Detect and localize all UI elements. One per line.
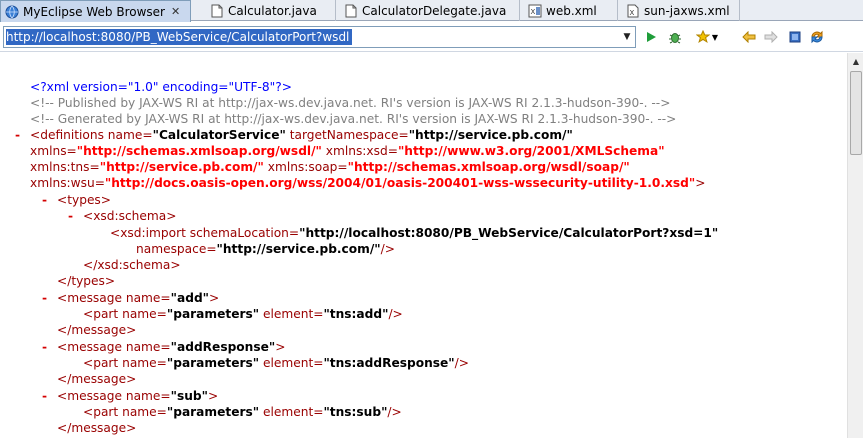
tab-calculator-delegate-java[interactable]: CalculatorDelegate.java (340, 0, 520, 21)
tab-label: CalculatorDelegate.java (362, 3, 507, 18)
xml-file-icon: X (528, 4, 542, 18)
back-icon[interactable] (740, 28, 758, 46)
types-open-tag: <types> (57, 193, 111, 207)
refresh-icon[interactable] (808, 28, 826, 46)
tab-myeclipse-web-browser[interactable]: MyEclipse Web Browser ✕ (0, 0, 191, 22)
collapse-toggle[interactable]: - (42, 290, 47, 306)
tab-web-xml[interactable]: X web.xml (524, 0, 618, 21)
url-input[interactable] (6, 29, 618, 45)
tab-label: Calculator.java (228, 3, 317, 18)
part-line: <part name="parameters" element="tns:add… (83, 356, 469, 370)
part-line: <part name="parameters" element="tns:sub… (83, 405, 402, 419)
message-close-tag: </message> (57, 323, 137, 337)
svg-text:X: X (531, 8, 536, 16)
tab-calculator-java[interactable]: Calculator.java (206, 0, 336, 21)
tab-label: web.xml (546, 3, 597, 18)
xsd-import-line: namespace="http://service.pb.com/"/> (136, 242, 395, 256)
vertical-scrollbar[interactable]: ▲ (847, 53, 863, 438)
collapse-toggle[interactable]: - (42, 339, 47, 355)
scrollbar-thumb[interactable] (850, 71, 862, 155)
definitions-open-line: <definitions name="CalculatorService" ta… (30, 128, 573, 142)
address-bar[interactable]: ▼ (3, 26, 636, 48)
xml-declaration: <?xml version="1.0" encoding="UTF-8"?> (30, 80, 292, 94)
message-close-tag: </message> (57, 421, 137, 435)
java-file-icon (344, 4, 358, 18)
definitions-attr-line: xmlns:wsu="http://docs.oasis-open.org/ws… (30, 176, 706, 190)
browser-globe-icon (5, 5, 19, 19)
url-dropdown-icon[interactable]: ▼ (619, 27, 635, 47)
definitions-attr-line: xmlns:tns="http://service.pb.com/" xmlns… (30, 160, 630, 174)
message-open-line: <message name="add"> (57, 291, 220, 305)
svg-text:X: X (630, 9, 635, 17)
collapse-toggle[interactable]: - (68, 208, 73, 224)
definitions-attr-line: xmlns="http://schemas.xmlsoap.org/wsdl/"… (30, 144, 665, 158)
part-line: <part name="parameters" element="tns:add… (83, 307, 403, 321)
browser-toolbar: ▼ ▼ (0, 22, 863, 52)
debug-icon[interactable] (666, 28, 684, 46)
xml-document-view: <?xml version="1.0" encoding="UTF-8"?> <… (0, 53, 847, 438)
collapse-toggle[interactable]: - (42, 192, 47, 208)
java-file-icon (210, 4, 224, 18)
xml-file-icon: X (626, 4, 640, 18)
message-close-tag: </message> (57, 372, 137, 386)
message-open-line: <message name="sub"> (57, 389, 219, 403)
tab-label: sun-jaxws.xml (644, 3, 730, 18)
favorites-icon[interactable]: ▼ (694, 28, 720, 46)
types-close-tag: </types> (57, 274, 116, 288)
schema-close-tag: </xsd:schema> (83, 258, 181, 272)
schema-open-tag: <xsd:schema> (83, 209, 177, 223)
scroll-up-icon[interactable]: ▲ (848, 53, 863, 69)
collapse-toggle[interactable]: - (42, 388, 47, 404)
collapse-toggle[interactable]: - (15, 127, 20, 143)
tab-label: MyEclipse Web Browser (23, 4, 165, 19)
forward-icon[interactable] (762, 28, 780, 46)
tab-sun-jaxws-xml[interactable]: X sun-jaxws.xml (622, 0, 740, 21)
xml-comment: <!-- Published by JAX-WS RI at http://ja… (30, 96, 671, 110)
go-icon[interactable] (642, 28, 660, 46)
close-icon[interactable]: ✕ (171, 5, 180, 18)
stop-icon[interactable] (786, 28, 804, 46)
xsd-import-line: <xsd:import schemaLocation="http://local… (110, 226, 719, 240)
editor-tab-bar: MyEclipse Web Browser ✕ Calculator.java … (0, 0, 863, 22)
xml-comment: <!-- Generated by JAX-WS RI at http://ja… (30, 112, 677, 126)
message-open-line: <message name="addResponse"> (57, 340, 286, 354)
